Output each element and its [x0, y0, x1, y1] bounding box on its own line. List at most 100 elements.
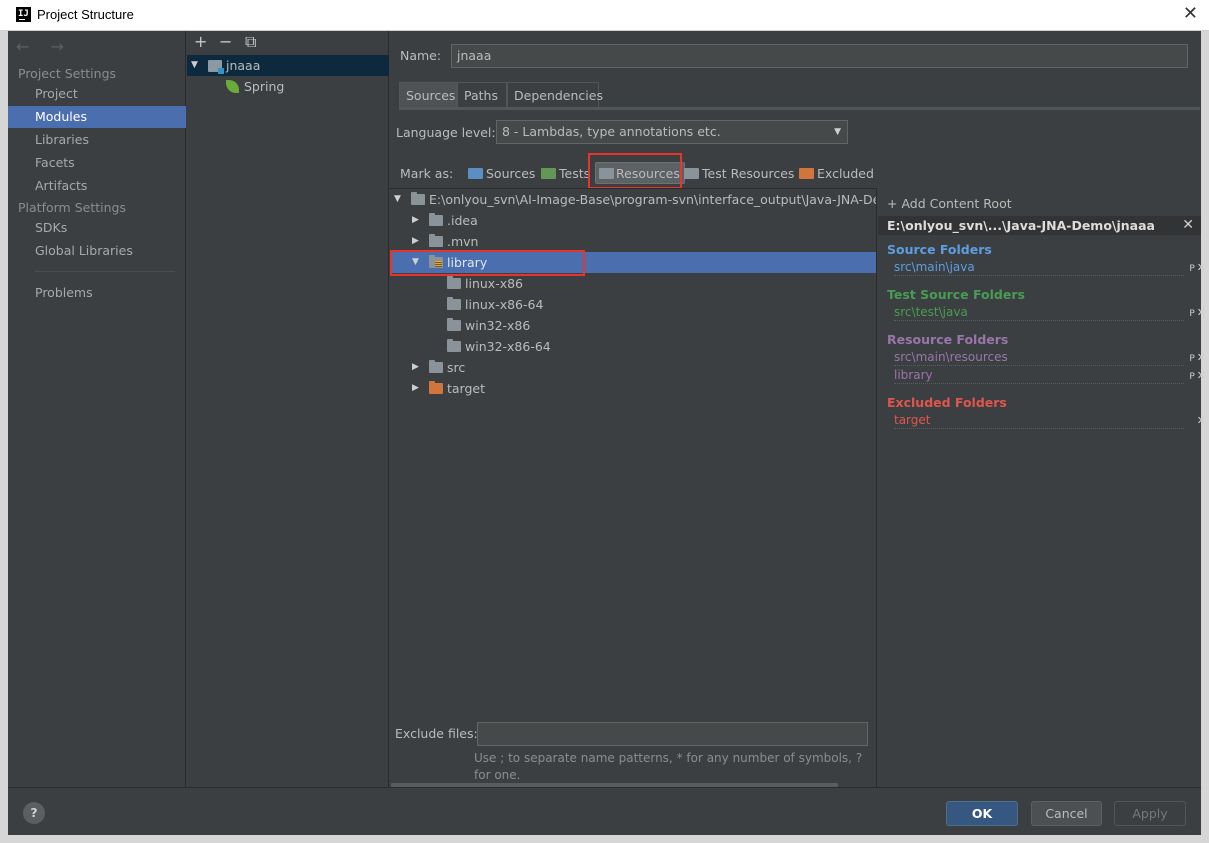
tree-row-idea[interactable]: ▶ .idea [390, 210, 876, 231]
entry-controls: ✕ [1197, 412, 1206, 429]
sources-tab-content: Language level: 8 - Lambdas, type annota… [390, 111, 1206, 790]
folder-icon [429, 213, 443, 226]
tree-label: linux-x86-64 [465, 297, 544, 312]
tab-paths[interactable]: Paths [457, 82, 507, 108]
tree-row-win32-x86[interactable]: win32-x86 [390, 315, 876, 336]
source-folder-path: src\main\java [894, 260, 975, 274]
close-icon[interactable]: ✕ [1197, 306, 1206, 319]
resource-folder-path: src\main\resources [894, 350, 1008, 364]
nav-item-artifacts[interactable]: Artifacts [8, 175, 186, 197]
test-source-folders-title: Test Source Folders [887, 287, 1025, 302]
close-icon[interactable]: ✕ [1197, 261, 1206, 274]
tab-dependencies[interactable]: Dependencies [507, 82, 603, 108]
close-icon[interactable]: ✕ [1197, 351, 1206, 364]
add-module-button[interactable]: + [194, 32, 207, 51]
content-root-tree: ▼ E:\onlyou_svn\AI-Image-Base\program-sv… [390, 188, 876, 790]
mark-sources-label: Sources [486, 166, 536, 181]
excluded-folder-icon [799, 168, 814, 179]
remove-module-button[interactable]: − [219, 32, 232, 51]
expand-arrow-icon[interactable]: ▼ [191, 55, 198, 76]
exclude-files-input[interactable] [477, 722, 868, 746]
tree-row-win32-x86-64[interactable]: win32-x86-64 [390, 336, 876, 357]
help-button[interactable]: ? [23, 802, 45, 824]
folder-icon [447, 318, 461, 331]
language-level-value: 8 - Lambdas, type annotations etc. [502, 124, 721, 139]
mark-as-label: Mark as: [400, 166, 454, 181]
project-settings-heading: Project Settings [18, 66, 117, 81]
nav-item-project[interactable]: Project [8, 83, 186, 105]
sources-folder-icon [468, 168, 483, 179]
expand-arrow-icon[interactable]: ▶ [412, 210, 419, 231]
back-forward-arrows-icon[interactable]: ← → [16, 37, 72, 56]
nav-item-libraries[interactable]: Libraries [8, 129, 186, 151]
close-icon[interactable]: ✕ [1183, 4, 1198, 24]
excluded-folders-title: Excluded Folders [887, 395, 1007, 410]
properties-icon[interactable]: P [1189, 309, 1194, 319]
tree-row-target[interactable]: ▶ target [390, 378, 876, 399]
expand-arrow-icon[interactable]: ▶ [412, 378, 419, 399]
tests-folder-icon [541, 168, 556, 179]
tab-sources[interactable]: Sources [399, 82, 457, 108]
add-content-root-button[interactable]: + Add Content Root [887, 196, 1012, 211]
excluded-folder-entry: target ✕ [894, 412, 1206, 429]
tree-label: target [447, 381, 486, 396]
tree-label: win32-x86 [465, 318, 531, 333]
folder-icon [429, 360, 443, 373]
properties-icon[interactable]: P [1189, 264, 1194, 274]
ok-button[interactable]: OK [946, 801, 1018, 826]
properties-icon[interactable]: P [1189, 354, 1194, 364]
cancel-button[interactable]: Cancel [1031, 801, 1102, 826]
tree-row-root[interactable]: ▼ E:\onlyou_svn\AI-Image-Base\program-sv… [390, 189, 876, 210]
module-details-panel: Name: jnaaa Sources Paths Dependencies L… [390, 31, 1206, 790]
nav-item-facets[interactable]: Facets [8, 152, 186, 174]
module-tree-item-jnaaa[interactable]: ▼ jnaaa [187, 55, 389, 76]
module-tree-item-spring[interactable]: Spring [187, 76, 389, 97]
expand-arrow-icon[interactable]: ▶ [412, 231, 419, 252]
tree-label: .idea [447, 213, 478, 228]
expand-arrow-icon[interactable]: ▼ [394, 189, 401, 210]
mark-sources-button[interactable]: Sources [468, 163, 535, 185]
spring-icon [226, 80, 239, 93]
tree-label: src [447, 360, 466, 375]
mark-test-resources-button[interactable]: Test Resources [684, 163, 794, 185]
module-toolbar: + − ⧉ [187, 31, 389, 55]
expand-arrow-icon[interactable]: ▶ [412, 357, 419, 378]
source-folder-entry: src\main\java P ✕ [894, 259, 1206, 276]
nav-item-problems[interactable]: Problems [8, 282, 186, 304]
tree-row-mvn[interactable]: ▶ .mvn [390, 231, 876, 252]
mark-tests-label: Tests [559, 166, 591, 181]
module-name-field[interactable]: jnaaa [451, 44, 1188, 68]
nav-divider [35, 271, 175, 272]
resource-folder-entry: library P ✕ [894, 367, 1206, 384]
source-folders-title: Source Folders [887, 242, 992, 257]
nav-item-sdks[interactable]: SDKs [8, 217, 186, 239]
module-tree-panel: + − ⧉ ▼ jnaaa Spring [187, 31, 389, 787]
tree-row-linux-x86-64[interactable]: linux-x86-64 [390, 294, 876, 315]
facet-label: Spring [244, 79, 285, 94]
content-root-path: E:\onlyou_svn\...\Java-JNA-Demo\jnaaa [887, 218, 1155, 233]
tree-row-linux-x86[interactable]: linux-x86 [390, 273, 876, 294]
entry-controls: P ✕ [1189, 304, 1206, 323]
exclude-files-hint: Use ; to separate name patterns, * for a… [474, 751, 863, 782]
entry-controls: P ✕ [1189, 349, 1206, 368]
nav-item-global-libraries[interactable]: Global Libraries [8, 240, 186, 262]
test-folder-entry: src\test\java P ✕ [894, 304, 1206, 321]
copy-module-button[interactable]: ⧉ [245, 32, 256, 52]
name-label: Name: [400, 48, 442, 63]
properties-icon[interactable]: P [1189, 372, 1194, 382]
mark-tests-button[interactable]: Tests [541, 163, 590, 185]
tree-row-src[interactable]: ▶ src [390, 357, 876, 378]
language-level-select[interactable]: 8 - Lambdas, type annotations etc. ▼ [496, 120, 848, 144]
window-frame-right [1201, 31, 1209, 843]
mark-test-resources-label: Test Resources [702, 166, 795, 181]
module-label: jnaaa [226, 58, 261, 73]
window-frame-left [0, 31, 8, 843]
mark-excluded-button[interactable]: Excluded [799, 163, 874, 185]
nav-item-modules[interactable]: Modules [8, 106, 186, 128]
entry-controls: P ✕ [1189, 367, 1206, 386]
close-icon[interactable]: ✕ [1197, 414, 1206, 427]
excluded-folder-icon [429, 381, 443, 394]
apply-button[interactable]: Apply [1114, 801, 1186, 826]
close-icon[interactable]: ✕ [1197, 369, 1206, 382]
remove-root-icon[interactable]: ✕ [1182, 216, 1194, 235]
